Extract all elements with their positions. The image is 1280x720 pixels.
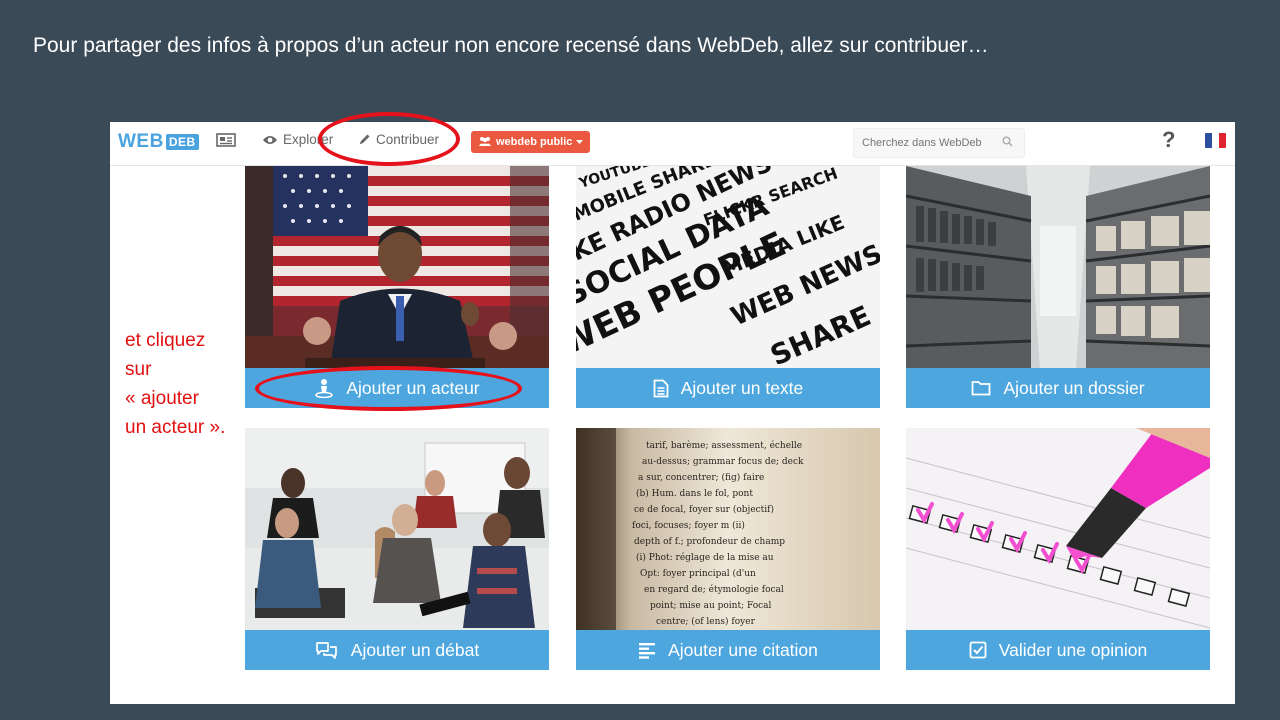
card-add-folder[interactable]: Ajouter un dossier [906, 166, 1210, 408]
card-label-text: Ajouter un texte [680, 377, 804, 398]
svg-text:point; mise au point; Focal: point; mise au point; Focal [650, 601, 772, 611]
svg-text:en regard de; étymologie focal: en regard de; étymologie focal [644, 584, 784, 595]
users-icon [478, 136, 492, 149]
french-flag-icon[interactable] [1205, 133, 1226, 148]
card-image-text: YOUTUBE DATA WEB MOBILE SHARE LIKE KE RA… [576, 166, 880, 368]
logo-web-text: WEB [118, 131, 164, 152]
card-bar-debate[interactable]: Ajouter un débat [245, 630, 549, 670]
eye-icon [262, 134, 278, 146]
search-icon[interactable] [1002, 134, 1013, 152]
navbar: WEB DEB Explorer Contribuer webdeb publi… [110, 122, 1235, 166]
annotation-line: et cliquez [125, 330, 206, 351]
file-text-icon [653, 379, 669, 398]
news-icon[interactable] [216, 133, 236, 152]
svg-text:Opt: foyer principal (d'un: Opt: foyer principal (d'un [640, 568, 756, 579]
card-bar-opinion[interactable]: Valider une opinion [906, 630, 1210, 670]
annotation-line: un acteur ». [125, 417, 226, 438]
card-add-text[interactable]: YOUTUBE DATA WEB MOBILE SHARE LIKE KE RA… [576, 166, 880, 408]
card-label-opinion: Valider une opinion [998, 639, 1148, 660]
annotation-text: et cliquez sur « ajouter un acteur ». [125, 326, 225, 442]
svg-text:ce de focal, foyer sur (object: ce de focal, foyer sur (objectif) [634, 504, 774, 515]
highlight-ring-add-actor [255, 366, 522, 411]
svg-text:(b) Hum. dans le fol, pont: (b) Hum. dans le fol, pont [636, 488, 753, 499]
svg-text:tarif, barème; assessment, éch: tarif, barème; assessment, échelle [646, 440, 802, 451]
help-icon[interactable]: ? [1162, 127, 1175, 153]
group-button-label: webdeb public [496, 136, 573, 148]
slide-title: Pour partager des infos à propos d’un ac… [33, 34, 989, 57]
annotation-line: sur [125, 359, 152, 380]
svg-text:(i) Phot: réglage de la mise a: (i) Phot: réglage de la mise au [636, 552, 774, 563]
card-bar-citation[interactable]: Ajouter une citation [576, 630, 880, 670]
card-image-opinion [906, 428, 1210, 630]
highlight-ring-contribute [318, 112, 460, 166]
card-label-debate: Ajouter un débat [350, 639, 480, 660]
card-add-debate[interactable]: Ajouter un débat [245, 428, 549, 670]
svg-text:centre; (of lens) foyer: centre; (of lens) foyer [656, 616, 756, 627]
card-image-debate [245, 428, 549, 630]
svg-text:a sur, concentrer; (fig) faire: a sur, concentrer; (fig) faire [638, 472, 764, 483]
logo-deb-text: DEB [165, 134, 199, 150]
card-add-citation[interactable]: tarif, barème; assessment, échelle au-de… [576, 428, 880, 670]
card-image-citation: tarif, barème; assessment, échelle au-de… [576, 428, 880, 630]
card-image-folder [906, 166, 1210, 368]
card-label-folder: Ajouter un dossier [1003, 377, 1145, 398]
webdeb-logo[interactable]: WEB DEB [118, 131, 199, 153]
search-box [853, 128, 1025, 158]
group-dropdown-button[interactable]: webdeb public [471, 131, 591, 153]
card-image-actor [245, 166, 549, 368]
card-bar-folder[interactable]: Ajouter un dossier [906, 368, 1210, 408]
check-square-icon [969, 641, 987, 659]
card-bar-text[interactable]: Ajouter un texte [576, 368, 880, 408]
comments-icon [315, 641, 339, 660]
svg-text:foci, focuses; foyer m (ii): foci, focuses; foyer m (ii) [632, 520, 745, 531]
caret-down-icon [576, 136, 584, 148]
svg-text:au-dessus; grammar focus de; d: au-dessus; grammar focus de; deck [642, 457, 804, 467]
svg-text:depth of f.; profondeur de cha: depth of f.; profondeur de champ [634, 537, 785, 547]
webdeb-screenshot: WEB DEB Explorer Contribuer webdeb publi… [110, 122, 1235, 704]
card-label-citation: Ajouter une citation [668, 639, 818, 660]
search-input[interactable] [860, 136, 1002, 150]
annotation-line: « ajouter [125, 388, 199, 409]
align-left-icon [638, 642, 656, 659]
folder-icon [971, 380, 991, 396]
card-validate-opinion[interactable]: Valider une opinion [906, 428, 1210, 670]
